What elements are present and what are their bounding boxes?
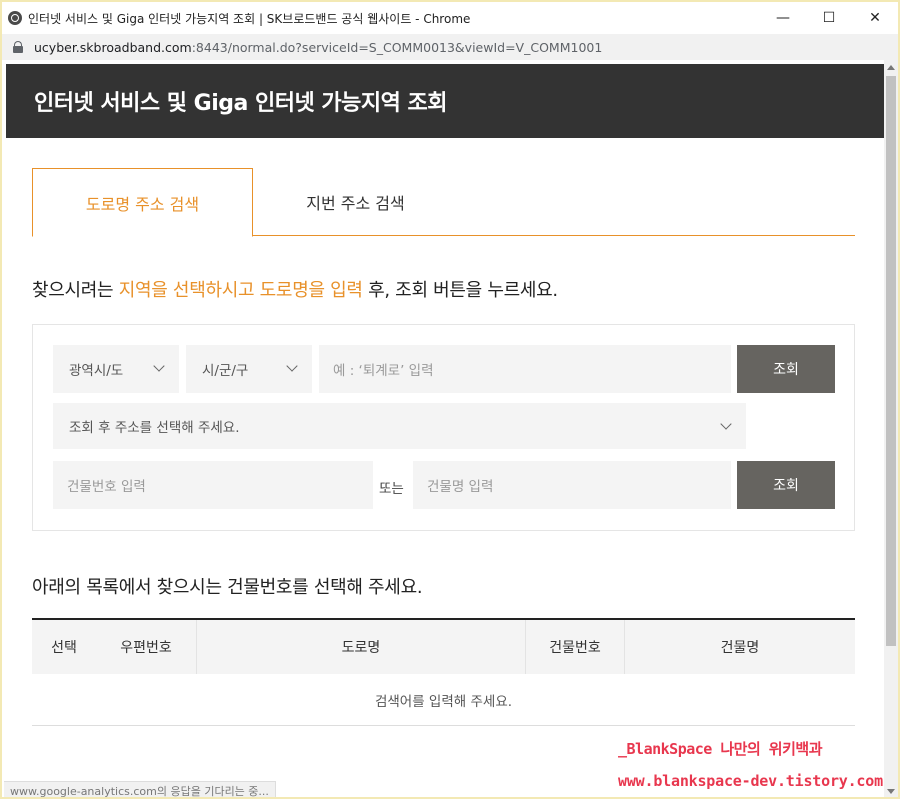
- title-bar: 인터넷 서비스 및 Giga 인터넷 가능지역 조회 | SK브로드밴드 공식 …: [2, 2, 898, 34]
- watermark-title: _BlankSpace 나만의 위키백과: [618, 740, 823, 758]
- building-name-input[interactable]: 건물명 입력: [413, 461, 731, 509]
- column-header-select: 선택: [51, 640, 77, 656]
- minimize-button[interactable]: —: [760, 2, 806, 34]
- search-tabs: 도로명 주소 검색 지번 주소 검색: [32, 168, 855, 237]
- table-header: 선택 우편번호 도로명 건물번호 건물명: [32, 618, 855, 674]
- page-title: 인터넷 서비스 및 Giga 인터넷 가능지역 조회: [34, 91, 448, 116]
- address-result-select[interactable]: 조회 후 주소를 선택해 주세요.: [53, 403, 746, 449]
- url-text[interactable]: ucyber.skbroadband.com:8443/normal.do?se…: [34, 40, 602, 55]
- column-header-road-name: 도로명: [196, 620, 525, 674]
- scrollbar-thumb[interactable]: [886, 76, 896, 646]
- watermark-url: www.blankspace-dev.tistory.com: [618, 772, 883, 790]
- instruction-text: 찾으시려는 지역을 선택하시고 도로명을 입력 후, 조회 버튼을 누르세요.: [32, 280, 558, 301]
- address-bar[interactable]: ucyber.skbroadband.com:8443/normal.do?se…: [2, 34, 898, 60]
- vertical-scrollbar[interactable]: [884, 60, 898, 797]
- chrome-icon: [8, 11, 22, 25]
- column-header-building-number: 건물번호: [525, 620, 624, 674]
- page-viewport: 인터넷 서비스 및 Giga 인터넷 가능지역 조회 도로명 주소 검색 지번 …: [6, 60, 884, 797]
- scroll-up-icon[interactable]: [887, 65, 895, 70]
- road-name-input[interactable]: 예 : ‘퇴계로’ 입력: [319, 345, 731, 393]
- result-table: 선택 우편번호 도로명 건물번호 건물명 검색어를 입력해 주세요.: [32, 618, 855, 726]
- page-header: 인터넷 서비스 및 Giga 인터넷 가능지역 조회: [6, 64, 884, 138]
- browser-window: 인터넷 서비스 및 Giga 인터넷 가능지역 조회 | SK브로드밴드 공식 …: [0, 0, 900, 799]
- tab-road-address[interactable]: 도로명 주소 검색: [32, 168, 253, 237]
- building-number-input[interactable]: 건물번호 입력: [53, 461, 373, 509]
- window-controls: — ☐ ✕: [760, 2, 898, 34]
- region-select[interactable]: 광역시/도: [53, 345, 179, 393]
- chevron-down-icon: [286, 360, 298, 372]
- window-title: 인터넷 서비스 및 Giga 인터넷 가능지역 조회 | SK브로드밴드 공식 …: [28, 11, 471, 26]
- or-label: 또는: [379, 481, 404, 497]
- lock-icon[interactable]: [12, 41, 24, 53]
- scroll-down-icon[interactable]: [887, 789, 895, 794]
- search-button[interactable]: 조회: [737, 345, 835, 393]
- list-title: 아래의 목록에서 찾으시는 건물번호를 선택해 주세요.: [32, 577, 423, 598]
- building-search-button[interactable]: 조회: [737, 461, 835, 509]
- close-button[interactable]: ✕: [852, 2, 898, 34]
- search-form: 광역시/도 시/군/구 예 : ‘퇴계로’ 입력 조회 조회 후 주소를 선택해…: [32, 324, 855, 531]
- tab-lot-address[interactable]: 지번 주소 검색: [253, 168, 458, 236]
- status-bar: www.google-analytics.com의 응답을 기다리는 중...: [4, 781, 276, 797]
- city-select[interactable]: 시/군/구: [186, 345, 312, 393]
- column-header-building-name: 건물명: [624, 620, 855, 674]
- column-header-zipcode: 우편번호: [120, 640, 172, 656]
- table-empty-message: 검색어를 입력해 주세요.: [32, 674, 855, 726]
- maximize-button[interactable]: ☐: [806, 2, 852, 34]
- chevron-down-icon: [720, 418, 732, 430]
- chevron-down-icon: [153, 360, 165, 372]
